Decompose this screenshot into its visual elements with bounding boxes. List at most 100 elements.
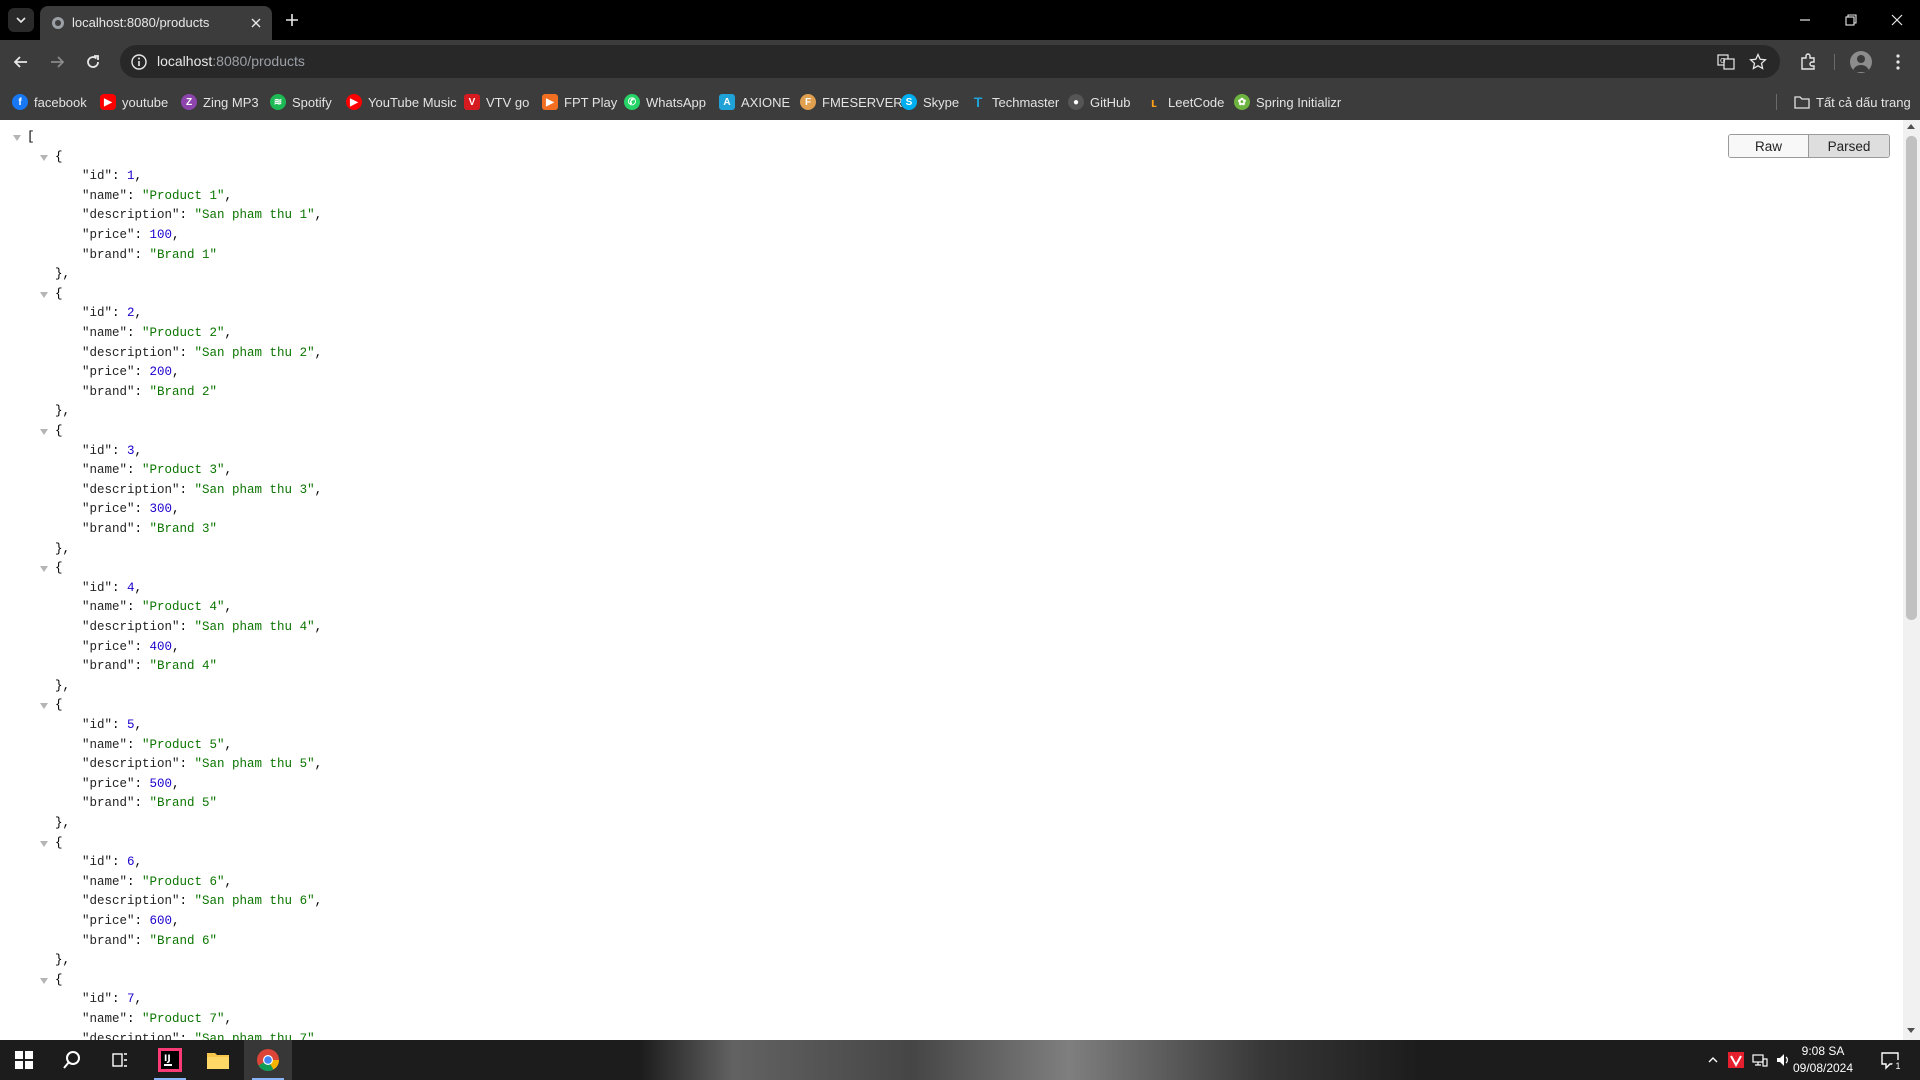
json-value: "San pham thu 2" <box>194 345 315 360</box>
scrollbar-thumb[interactable] <box>1906 136 1917 620</box>
bookmark-skype[interactable]: S Skype <box>901 91 959 113</box>
bookmark-techmaster[interactable]: T Techmaster <box>970 91 1059 113</box>
json-key: "brand" <box>82 933 135 948</box>
close-window-button[interactable] <box>1874 6 1920 34</box>
json-field-id: "id": 4, <box>82 580 143 595</box>
new-tab-button[interactable] <box>280 10 304 30</box>
bookmark-fmeserver[interactable]: F FMESERVER <box>800 91 903 113</box>
antivirus-tray-button[interactable] <box>1726 1050 1746 1070</box>
json-field-name: "name": "Product 7", <box>82 1012 233 1026</box>
tab-search-button[interactable] <box>8 8 34 32</box>
bookmark-axione[interactable]: A AXIONE <box>719 91 790 113</box>
start-button[interactable] <box>0 1040 48 1080</box>
tab-close-button[interactable] <box>248 15 264 31</box>
show-hidden-icons-button[interactable] <box>1703 1050 1723 1070</box>
wallpaper-strip <box>640 1040 1420 1080</box>
json-value: 100 <box>149 228 173 242</box>
json-field-id: "id": 2, <box>82 306 143 321</box>
object-open-brace: { <box>55 424 63 438</box>
json-key: "description" <box>82 208 180 223</box>
bookmark-label: Zing MP3 <box>203 94 259 110</box>
collapse-toggle[interactable] <box>40 977 48 984</box>
minimize-button[interactable] <box>1782 6 1828 34</box>
active-tab[interactable]: localhost:8080/products <box>40 6 272 40</box>
json-value: 400 <box>149 639 173 654</box>
json-field-name: "name": "Product 4", <box>82 600 233 615</box>
bookmark-fpt-play[interactable]: ▶ FPT Play <box>542 91 617 113</box>
all-bookmarks-label: Tất cả dấu trang <box>1816 94 1911 110</box>
globe-icon <box>52 17 64 29</box>
bookmark-vtv-go[interactable]: V VTV go <box>464 91 529 113</box>
parsed-button[interactable]: Parsed <box>1809 135 1889 157</box>
bookmark-label: Techmaster <box>992 94 1060 110</box>
array-open-bracket: [ <box>27 130 35 144</box>
system-clock[interactable]: 9:08 SA 09/08/2024 <box>1788 1043 1858 1077</box>
restore-button[interactable] <box>1828 6 1874 34</box>
scroll-up-arrow[interactable] <box>1907 124 1915 129</box>
back-button[interactable] <box>6 47 36 77</box>
restore-icon <box>1845 14 1857 26</box>
json-field-price: "price": 100, <box>82 228 180 242</box>
bookmark-label: GitHub <box>1090 94 1131 110</box>
json-value: 6 <box>127 855 135 870</box>
collapse-toggle[interactable] <box>40 566 48 573</box>
collapse-toggle[interactable] <box>40 154 48 161</box>
intellij-taskbar-button[interactable]: IJ <box>146 1040 194 1080</box>
json-field-brand: "brand": "Brand 6" <box>82 933 218 948</box>
star-icon <box>1749 53 1767 70</box>
collapse-toggle[interactable] <box>13 135 21 141</box>
toolbar-divider <box>1834 54 1835 70</box>
close-icon <box>251 18 261 28</box>
bookmark-star-button[interactable] <box>1748 52 1768 72</box>
clock-date: 09/08/2024 <box>1792 1061 1854 1075</box>
bookmark-zing-mp3[interactable]: Z Zing MP3 <box>181 91 259 113</box>
url-text[interactable]: localhost:8080/products <box>157 53 305 69</box>
bookmark-spotify[interactable]: ≋ Spotify <box>270 91 332 113</box>
site-info-icon[interactable] <box>130 53 148 71</box>
raw-button[interactable]: Raw <box>1729 135 1809 157</box>
profile-avatar[interactable] <box>1850 51 1872 73</box>
file-explorer-taskbar-button[interactable] <box>194 1040 242 1080</box>
chrome-menu-button[interactable] <box>1887 51 1909 73</box>
json-key: "brand" <box>82 659 135 674</box>
collapse-toggle[interactable] <box>40 840 48 847</box>
bookmark-github[interactable]: ● GitHub <box>1068 91 1130 113</box>
json-value: 7 <box>127 992 135 1007</box>
search-icon <box>63 1051 80 1069</box>
reload-button[interactable] <box>78 47 108 77</box>
bookmark-label: Spotify <box>292 94 332 110</box>
json-field-price: "price": 300, <box>82 502 180 517</box>
bookmark-spring-initializr[interactable]: ✿ Spring Initializr <box>1234 91 1341 113</box>
network-tray-button[interactable] <box>1750 1050 1770 1070</box>
youtube-music-icon: ▶ <box>346 94 362 110</box>
chrome-taskbar-button[interactable] <box>244 1040 292 1080</box>
vtv-go-icon: V <box>464 94 480 110</box>
url-host: localhost <box>157 53 213 69</box>
json-value: "Brand 5" <box>149 796 218 811</box>
extensions-button[interactable] <box>1797 51 1819 73</box>
bookmark-youtube[interactable]: ▶ youtube <box>100 91 168 113</box>
bookmark-youtube-music[interactable]: ▶ YouTube Music <box>346 91 457 113</box>
address-bar[interactable]: localhost:8080/products G <box>120 45 1780 78</box>
search-button[interactable] <box>48 1040 96 1080</box>
json-key: "id" <box>82 992 113 1007</box>
object-close-brace: }, <box>55 404 71 419</box>
scroll-down-arrow[interactable] <box>1907 1028 1915 1033</box>
fpt-play-icon: ▶ <box>542 94 558 110</box>
vertical-scrollbar[interactable] <box>1903 120 1920 1040</box>
bookmark-facebook[interactable]: f facebook <box>12 91 87 113</box>
json-value: 3 <box>127 443 135 458</box>
json-field-name: "name": "Product 1", <box>82 188 233 203</box>
task-view-button[interactable] <box>96 1040 144 1080</box>
notification-center-button[interactable]: 1 <box>1878 1050 1904 1072</box>
translate-button[interactable]: G <box>1716 52 1736 72</box>
all-bookmarks-button[interactable]: Tất cả dấu trang <box>1794 91 1911 113</box>
forward-button[interactable] <box>42 47 72 77</box>
collapse-toggle[interactable] <box>40 703 48 710</box>
bookmark-leetcode[interactable]: ʟ LeetCode <box>1146 91 1224 113</box>
json-value: "Product 3" <box>142 463 225 478</box>
bookmark-whatsapp[interactable]: ✆ WhatsApp <box>624 91 706 113</box>
collapse-toggle[interactable] <box>40 291 48 298</box>
collapse-toggle[interactable] <box>40 429 48 435</box>
bookmark-label: LeetCode <box>1168 94 1225 110</box>
